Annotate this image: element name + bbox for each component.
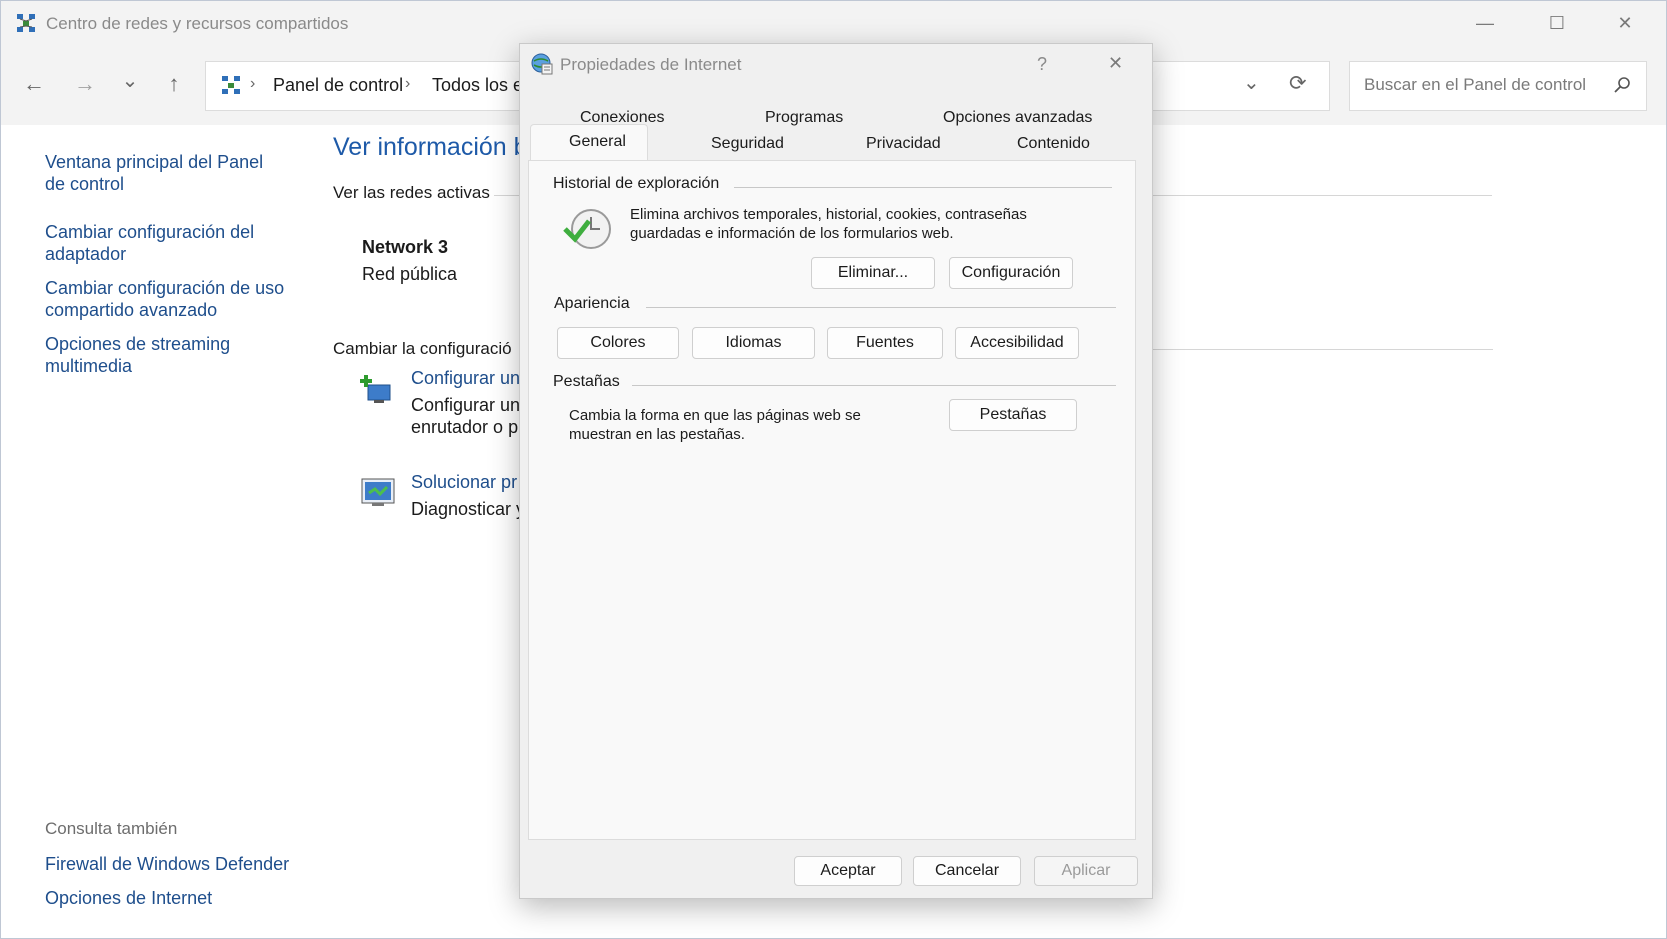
sidebar-link-media-streaming[interactable]: Opciones de streaming multimedia	[45, 333, 245, 377]
accessibility-button[interactable]: Accesibilidad	[955, 327, 1079, 359]
general-tab-panel: Historial de exploración Elimina archivo…	[528, 160, 1136, 840]
colors-button[interactable]: Colores	[557, 327, 679, 359]
setup-connection-desc-line2: enrutador o p	[411, 417, 519, 437]
network-name: Network 3	[362, 237, 449, 257]
dialog-title: Propiedades de Internet	[560, 55, 742, 74]
sidebar-link-adapter-settings[interactable]: Cambiar configuración del adaptador	[45, 221, 285, 265]
search-icon	[1612, 75, 1634, 97]
control-panel-icon	[220, 74, 242, 96]
history-settings-button[interactable]: Configuración	[949, 257, 1073, 289]
address-dropdown-icon[interactable]: ⌄	[1243, 70, 1260, 95]
troubleshoot-desc: Diagnosticar y	[411, 499, 526, 519]
sidebar-link-firewall[interactable]: Firewall de Windows Defender	[45, 853, 289, 875]
history-desc-line1: Elimina archivos temporales, historial, …	[630, 206, 1027, 223]
search-input[interactable]: Buscar en el Panel de control	[1364, 75, 1586, 95]
dialog-close-button[interactable]: ✕	[1108, 53, 1123, 74]
tab-programs[interactable]: Programas	[765, 109, 843, 127]
troubleshoot-link[interactable]: Solucionar pr	[411, 471, 517, 493]
cancel-button[interactable]: Cancelar	[913, 856, 1021, 886]
sidebar-link-advanced-sharing[interactable]: Cambiar configuración de uso compartido …	[45, 277, 295, 321]
change-settings-label: Cambiar la configuració	[333, 339, 512, 358]
tab-content[interactable]: Contenido	[1017, 135, 1090, 153]
tabs-group-title: Pestañas	[553, 373, 620, 390]
tabs-desc-line1: Cambia la forma en que las páginas web s…	[569, 407, 861, 424]
troubleshoot-icon	[360, 475, 396, 511]
breadcrumb-control-panel[interactable]: Panel de control	[273, 75, 403, 96]
active-networks-label: Ver las redes activas	[333, 183, 490, 202]
back-button[interactable]: ←	[17, 67, 51, 101]
tab-privacy[interactable]: Privacidad	[866, 135, 941, 153]
setup-connection-link[interactable]: Configurar un	[411, 367, 520, 389]
refresh-icon[interactable]: ⟳	[1289, 71, 1307, 96]
breadcrumb-all-items[interactable]: Todos los e	[432, 75, 523, 96]
tabs-settings-button[interactable]: Pestañas	[949, 399, 1077, 431]
breadcrumb-separator: ›	[250, 75, 256, 92]
forward-button[interactable]: →	[68, 67, 102, 101]
tab-general: General	[569, 133, 626, 150]
appearance-title: Apariencia	[554, 295, 630, 312]
up-button[interactable]: ↑	[157, 67, 191, 101]
recent-locations-button[interactable]: ⌄	[113, 63, 147, 97]
network-center-icon	[15, 12, 37, 34]
sidebar-link-control-panel-home[interactable]: Ventana principal del Panel de control	[45, 151, 285, 195]
close-button[interactable]: ✕	[1601, 1, 1649, 45]
page-heading: Ver información b	[333, 133, 528, 161]
see-also-title: Consulta también	[45, 819, 178, 838]
setup-connection-desc-line1: Configurar un	[411, 395, 521, 415]
history-clock-icon	[561, 207, 611, 251]
history-desc-line2: guardadas e información de los formulari…	[630, 225, 954, 242]
tabs-desc-line2: muestran en las pestañas.	[569, 426, 745, 443]
sidebar-link-internet-options[interactable]: Opciones de Internet	[45, 887, 212, 909]
ok-button[interactable]: Aceptar	[794, 856, 902, 886]
group-divider	[646, 307, 1116, 308]
maximize-button[interactable]: ☐	[1533, 1, 1581, 45]
network-type: Red pública	[362, 264, 458, 284]
tab-general-active[interactable]: General	[530, 124, 648, 162]
window-title: Centro de redes y recursos compartidos	[46, 14, 349, 33]
languages-button[interactable]: Idiomas	[692, 327, 815, 359]
apply-button[interactable]: Aplicar	[1034, 856, 1138, 886]
internet-options-icon	[530, 52, 554, 76]
delete-history-button[interactable]: Eliminar...	[811, 257, 935, 289]
breadcrumb-separator: ›	[405, 75, 411, 92]
group-divider	[734, 187, 1112, 188]
help-button[interactable]: ?	[1037, 54, 1047, 75]
search-box[interactable]: Buscar en el Panel de control	[1349, 61, 1647, 111]
browsing-history-title: Historial de exploración	[553, 175, 720, 192]
tab-advanced-options[interactable]: Opciones avanzadas	[943, 109, 1092, 127]
fonts-button[interactable]: Fuentes	[827, 327, 943, 359]
new-connection-icon	[360, 373, 396, 409]
tab-security[interactable]: Seguridad	[711, 135, 784, 153]
group-divider	[632, 385, 1116, 386]
minimize-button[interactable]: —	[1461, 1, 1509, 45]
sidebar: Ventana principal del Panel de control C…	[1, 125, 301, 935]
title-bar: Centro de redes y recursos compartidos —…	[1, 1, 1666, 47]
